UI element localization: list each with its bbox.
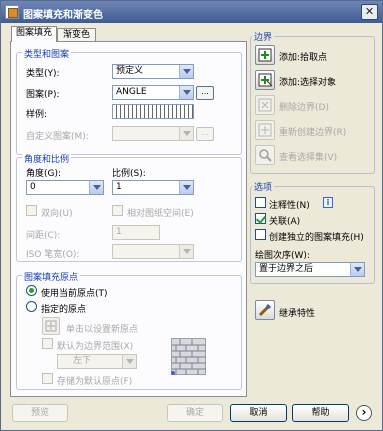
cancel-button[interactable]: 取消 (230, 404, 287, 422)
chevron-down-icon (122, 355, 136, 368)
dialog-icon (5, 5, 19, 19)
type-select[interactable]: 预定义 (112, 64, 194, 79)
associative-label: 关联(A) (269, 217, 301, 227)
angle-select[interactable]: 0 (26, 180, 104, 195)
close-icon: ✕ (364, 5, 375, 18)
view-selection-button[interactable] (255, 145, 275, 165)
iso-pen-select[interactable] (112, 244, 194, 259)
spacing-input[interactable]: 1 (112, 225, 160, 240)
chevron-down-icon (89, 181, 103, 194)
double-checkbox[interactable] (26, 205, 37, 216)
add-select-label: 添加:选择对象 (279, 78, 337, 88)
add-select-button[interactable] (255, 70, 275, 90)
options-title: 选项 (252, 180, 275, 193)
chevron-down-icon (179, 127, 193, 140)
origin-title: 图案填充原点 (22, 270, 81, 283)
scale-select[interactable]: 1 (112, 180, 194, 195)
hatch-gradient-dialog: 图案填充和渐变色 ✕ 图案填充 渐变色 类型和图案 类型(Y): 预定义 图案(… (0, 0, 383, 431)
preview-button[interactable]: 预览 (12, 404, 68, 422)
draw-order-label: 绘图次序(W): (255, 251, 310, 261)
relative-paper-checkbox[interactable] (112, 205, 123, 216)
custom-pattern-label: 自定义图案(M): (26, 132, 89, 142)
tab-hatch-label: 图案填充 (15, 28, 52, 38)
use-current-origin-label: 使用当前原点(T) (41, 289, 108, 299)
boundaries-title: 边界 (252, 30, 275, 43)
spacing-label: 间距(C): (26, 231, 61, 241)
pattern-select-value: ANGLE (116, 87, 147, 97)
origin-position-value: 左下 (73, 356, 92, 366)
origin-preview-icon (171, 338, 206, 375)
add-select-icon (258, 73, 273, 87)
pattern-browse-button[interactable]: ... (196, 86, 214, 100)
more-options-button[interactable]: › (356, 405, 372, 421)
chevron-down-icon (179, 245, 193, 258)
chevron-down-icon (179, 86, 193, 99)
scale-select-value: 1 (116, 182, 122, 192)
chevron-down-icon (350, 263, 364, 276)
recreate-boundary-icon (258, 123, 272, 137)
double-label: 双向(U) (41, 209, 73, 219)
relative-paper-label: 相对图纸空间(E) (127, 209, 194, 219)
angle-label: 角度(G): (26, 169, 62, 179)
separate-hatch-label: 创建独立的图案填充(H) (269, 233, 364, 243)
tab-gradient-label: 渐变色 (62, 30, 90, 40)
origin-position-select[interactable]: 左下 (57, 354, 137, 369)
scale-label: 比例(S): (112, 169, 146, 179)
title-bar: 图案填充和渐变色 ✕ (1, 1, 382, 23)
recreate-boundary-button[interactable] (255, 120, 275, 140)
type-pattern-title: 类型和图案 (22, 47, 72, 60)
window-title: 图案填充和渐变色 (23, 10, 103, 21)
add-pick-label: 添加:拾取点 (279, 53, 328, 63)
origin-icon (45, 320, 57, 332)
store-default-label: 存储为默认原点(F) (57, 377, 133, 387)
help-button[interactable]: 帮助 (292, 404, 349, 422)
tab-gradient[interactable]: 渐变色 (57, 28, 96, 42)
info-icon[interactable]: i (323, 197, 333, 208)
inherit-properties-button[interactable] (255, 300, 275, 320)
type-select-value: 预定义 (116, 66, 144, 76)
pattern-swatch[interactable] (112, 104, 194, 119)
view-selection-label: 查看选择集(V) (279, 153, 338, 163)
annotative-checkbox[interactable] (255, 197, 266, 208)
recreate-boundary-label: 重新创建边界(R) (279, 128, 347, 138)
custom-browse-button[interactable]: ... (196, 127, 214, 141)
specified-origin-label: 指定的原点 (41, 305, 87, 315)
remove-boundary-icon (258, 98, 272, 112)
click-set-origin-button[interactable] (42, 317, 60, 335)
angle-scale-title: 角度和比例 (22, 152, 72, 165)
remove-boundary-button[interactable] (255, 95, 275, 115)
more-options-icon: › (361, 405, 367, 419)
inherit-properties-label: 继承特性 (279, 309, 316, 319)
use-current-origin-radio[interactable] (26, 285, 37, 296)
default-extents-checkbox[interactable] (42, 338, 53, 349)
view-selection-icon (259, 149, 272, 162)
add-pick-icon (258, 48, 272, 62)
pattern-select[interactable]: ANGLE (112, 85, 194, 100)
swatch-label: 样例: (26, 110, 48, 120)
ok-button[interactable]: 确定 (167, 404, 223, 422)
chevron-down-icon (179, 181, 193, 194)
tab-hatch[interactable]: 图案填充 (11, 26, 57, 42)
pattern-label: 图案(P): (26, 90, 60, 100)
associative-checkbox[interactable] (255, 213, 266, 224)
click-set-origin-label: 单击以设置新原点 (66, 325, 139, 335)
draw-order-value: 置于边界之后 (259, 264, 314, 274)
remove-boundary-label: 删除边界(D) (279, 103, 329, 113)
custom-pattern-select[interactable] (112, 126, 194, 141)
annotative-label: 注释性(N) (269, 201, 310, 211)
draw-order-select[interactable]: 置于边界之后 (255, 262, 365, 277)
type-label: 类型(Y): (26, 69, 60, 79)
inherit-icon (258, 303, 272, 317)
store-default-checkbox[interactable] (42, 373, 53, 384)
default-extents-label: 默认为边界范围(X) (57, 342, 134, 352)
hatch-tab-panel: 类型和图案 类型(Y): 预定义 图案(P): ANGLE ... 样例: 自定… (10, 41, 247, 397)
chevron-down-icon (179, 65, 193, 78)
separate-hatch-checkbox[interactable] (255, 229, 266, 240)
close-button[interactable]: ✕ (361, 4, 378, 20)
iso-pen-label: ISO 笔宽(O): (26, 250, 80, 260)
add-pick-button[interactable] (255, 45, 275, 65)
specified-origin-radio[interactable] (26, 301, 37, 312)
angle-select-value: 0 (30, 182, 36, 192)
